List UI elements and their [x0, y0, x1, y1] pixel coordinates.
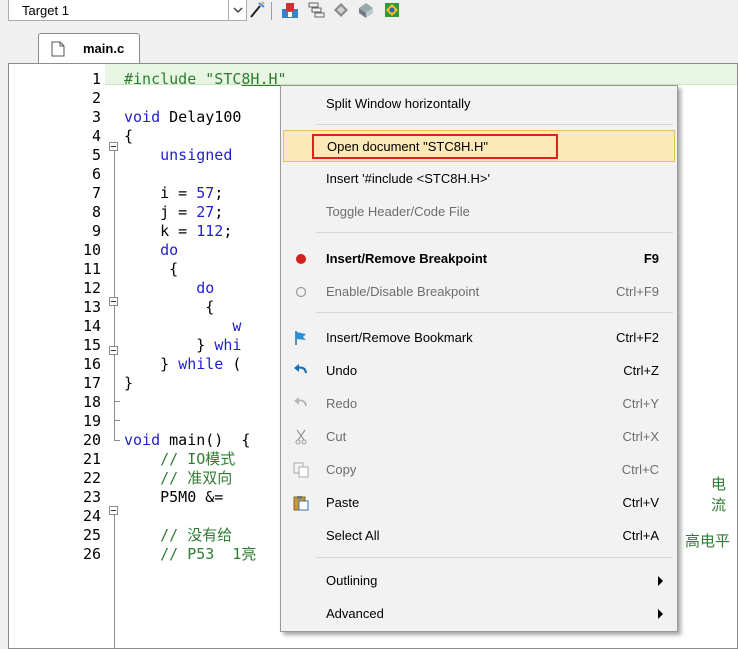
line-number: 1: [91, 70, 101, 88]
code-line: w: [232, 317, 242, 335]
toolbar-separator: [271, 2, 272, 20]
code-line: }: [124, 374, 134, 392]
code-line: void main() {: [124, 431, 251, 449]
code-line: } while (: [160, 355, 242, 373]
line-number: 9: [91, 222, 101, 240]
menu-separator: [316, 312, 673, 313]
line-number: 2: [91, 89, 101, 107]
document-icon: [51, 41, 65, 60]
code-line: #include "STC8H.H": [124, 70, 287, 88]
line-number: 3: [91, 108, 101, 126]
code-line: {: [124, 127, 134, 145]
editor-context-menu: Split Window horizontally Open document …: [280, 85, 678, 632]
line-number: 6: [91, 165, 101, 183]
menu-item-copy[interactable]: Copy Ctrl+C: [283, 454, 675, 486]
code-line: // 准双向: [160, 469, 233, 487]
menu-item-outlining[interactable]: Outlining: [283, 565, 675, 597]
toolbar: Target 1: [0, 0, 738, 24]
copy-icon: [291, 460, 311, 480]
menu-item-paste[interactable]: Paste Ctrl+V: [283, 487, 675, 519]
options-for-target-icon[interactable]: [280, 0, 300, 20]
code-line: {: [205, 298, 215, 316]
menu-item-select-all[interactable]: Select All Ctrl+A: [283, 520, 675, 552]
menu-item-insert-include[interactable]: Insert '#include <STC8H.H>': [283, 163, 675, 195]
line-number: 7: [91, 184, 101, 202]
pack-installer-icon[interactable]: [356, 0, 376, 20]
target-select-value: Target 1: [22, 3, 69, 18]
line-number: 5: [91, 146, 101, 164]
menu-item-insert-remove-breakpoint[interactable]: Insert/Remove Breakpoint F9: [283, 243, 675, 275]
line-number: 24: [82, 507, 101, 525]
line-number: 11: [82, 260, 101, 278]
magic-wand-icon[interactable]: [247, 0, 267, 20]
tab-main-c[interactable]: main.c: [38, 33, 140, 63]
code-line: P5M0 &=: [160, 488, 233, 506]
line-number: 12: [82, 279, 101, 297]
menu-item-undo[interactable]: Undo Ctrl+Z: [283, 355, 675, 387]
line-number: 26: [82, 545, 101, 563]
code-line: {: [169, 260, 179, 278]
line-number: 18: [82, 393, 101, 411]
line-number: 17: [82, 374, 101, 392]
menu-item-redo[interactable]: Redo Ctrl+Y: [283, 388, 675, 420]
editor-tab-bar: main.c: [0, 24, 738, 63]
menu-item-split-window[interactable]: Split Window horizontally: [283, 88, 675, 120]
menu-item-advanced[interactable]: Advanced: [283, 598, 675, 630]
line-number: 20: [82, 431, 101, 449]
line-number: 21: [82, 450, 101, 468]
line-number: 4: [91, 127, 101, 145]
diamond-icon[interactable]: [331, 0, 351, 20]
bookmark-icon: [291, 328, 311, 348]
line-number: 25: [82, 526, 101, 544]
code-comment-fragment: 高电平: [685, 532, 731, 550]
line-number: 13: [82, 298, 101, 316]
code-line: k = 112;: [160, 222, 233, 240]
code-line: } whi: [196, 336, 242, 354]
paste-icon: [291, 493, 311, 513]
menu-item-enable-disable-breakpoint[interactable]: Enable/Disable Breakpoint Ctrl+F9: [283, 276, 675, 308]
breakpoint-icon: [291, 249, 311, 269]
code-line: do: [160, 241, 179, 259]
line-number: 14: [82, 317, 101, 335]
line-number: 8: [91, 203, 101, 221]
line-number: 19: [82, 412, 101, 430]
menu-separator: [316, 232, 673, 233]
target-select[interactable]: Target 1: [8, 0, 247, 21]
code-line: i = 57;: [160, 184, 224, 202]
tab-label: main.c: [83, 41, 125, 56]
code-line: // IO模式: [160, 450, 236, 468]
code-line: do: [196, 279, 215, 297]
line-number: 22: [82, 469, 101, 487]
submenu-arrow-icon: [658, 576, 663, 586]
code-line: unsigned: [160, 146, 233, 164]
code-comment-fragment: 电流: [711, 475, 727, 514]
manage-run-time-icon[interactable]: [382, 0, 402, 20]
cut-icon: [291, 427, 311, 447]
menu-separator: [316, 557, 673, 558]
chevron-down-icon[interactable]: [228, 0, 247, 21]
submenu-arrow-icon: [658, 609, 663, 619]
menu-separator: [316, 124, 673, 125]
code-line: void Delay100: [124, 108, 242, 126]
menu-item-open-document[interactable]: Open document "STC8H.H": [283, 130, 675, 162]
code-line: j = 27;: [160, 203, 224, 221]
redo-icon: [291, 394, 311, 414]
breakpoint-disabled-icon: [291, 282, 311, 302]
file-extensions-icon[interactable]: [306, 0, 326, 20]
undo-icon: [291, 361, 311, 381]
menu-item-insert-remove-bookmark[interactable]: Insert/Remove Bookmark Ctrl+F2: [283, 322, 675, 354]
menu-item-toggle-header[interactable]: Toggle Header/Code File: [283, 196, 675, 228]
line-number: 16: [82, 355, 101, 373]
line-number: 10: [82, 241, 101, 259]
line-number: 23: [82, 488, 101, 506]
code-line: // 没有给: [160, 526, 233, 544]
line-number: 15: [82, 336, 101, 354]
menu-item-cut[interactable]: Cut Ctrl+X: [283, 421, 675, 453]
